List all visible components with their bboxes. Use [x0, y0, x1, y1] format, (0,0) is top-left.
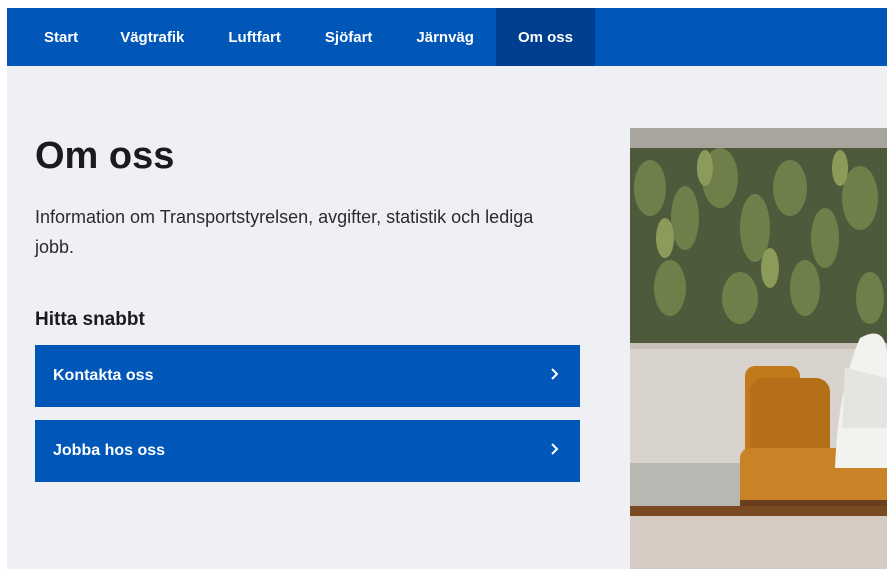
nav-item-vagtrafik[interactable]: Vägtrafik — [98, 8, 206, 66]
intro-text: Information om Transportstyrelsen, avgif… — [35, 207, 534, 257]
nav-item-start[interactable]: Start — [7, 8, 98, 66]
contact-us-label: Kontakta oss — [53, 367, 154, 384]
contact-us-link[interactable]: Kontakta oss — [35, 345, 580, 407]
chevron-right-icon — [548, 442, 562, 461]
nav-item-sjofart[interactable]: Sjöfart — [303, 8, 395, 66]
nav-item-om-oss[interactable]: Om oss — [495, 8, 595, 66]
chevron-right-icon — [548, 367, 562, 386]
work-with-us-link[interactable]: Jobba hos oss — [35, 420, 580, 482]
office-lounge-photo — [630, 128, 887, 569]
hero-photo — [630, 128, 887, 569]
top-navigation: Start Vägtrafik Luftfart Sjöfart Järnväg… — [7, 8, 887, 66]
nav-item-jarnvag[interactable]: Järnväg — [394, 8, 496, 66]
quick-links-heading: Hitta snabbt — [35, 309, 145, 330]
page-title: Om oss — [35, 135, 175, 177]
work-with-us-label: Jobba hos oss — [53, 442, 166, 459]
page: Start Vägtrafik Luftfart Sjöfart Järnväg… — [0, 0, 887, 569]
nav-item-luftfart[interactable]: Luftfart — [206, 8, 303, 66]
